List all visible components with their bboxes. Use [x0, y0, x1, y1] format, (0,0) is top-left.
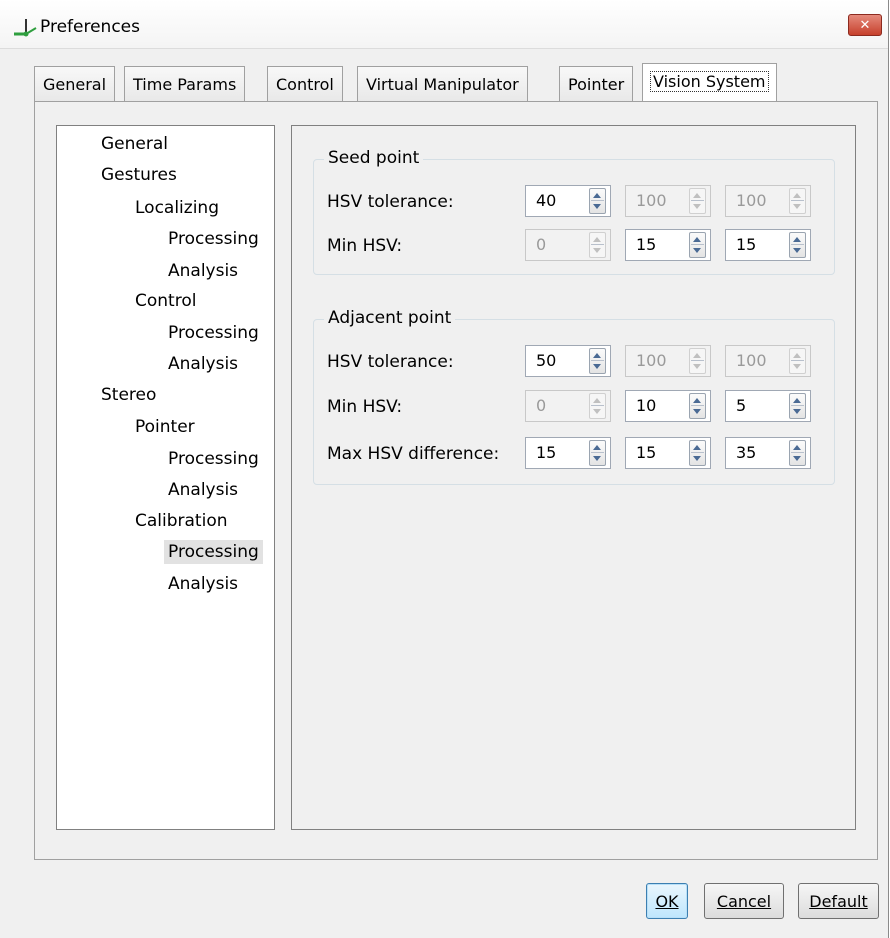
- spinner-arrows-icon: [589, 232, 606, 258]
- spin-value: 15: [536, 443, 557, 462]
- tab-vision-system[interactable]: Vision System: [642, 63, 777, 102]
- seed-hsv-tolerance-h-spinbox[interactable]: 40: [525, 185, 611, 217]
- spin-value: 0: [536, 235, 547, 254]
- spin-value: 15: [636, 443, 657, 462]
- tree-item-general[interactable]: General: [97, 132, 172, 156]
- tree-item-calibration[interactable]: Calibration: [131, 509, 232, 533]
- spin-value: 15: [736, 235, 757, 254]
- tab-label: Time Params: [133, 75, 237, 94]
- spin-value: 100: [736, 351, 767, 370]
- tree-item-gestures[interactable]: Gestures: [97, 163, 181, 187]
- tree-item-localizing[interactable]: Localizing: [131, 196, 223, 220]
- seed-min-hsv-v-spinbox[interactable]: 15: [725, 229, 811, 261]
- spin-value: 10: [636, 396, 657, 415]
- adjacent-hsv-tolerance-label: HSV tolerance:: [327, 352, 454, 372]
- tree-item-pointer-analysis[interactable]: Analysis: [164, 478, 242, 502]
- adjacent-max-hsv-difference-label: Max HSV difference:: [327, 444, 500, 464]
- close-button[interactable]: ✕: [848, 14, 882, 36]
- adjacent-min-hsv-h-spinbox: 0: [525, 390, 611, 422]
- spinner-arrows-icon[interactable]: [689, 393, 706, 419]
- window-title: Preferences: [40, 17, 140, 37]
- title-bar: Preferences ✕: [0, 0, 888, 49]
- spinner-arrows-icon: [589, 393, 606, 419]
- spin-value: 50: [536, 351, 557, 370]
- spin-value: 100: [736, 191, 767, 210]
- spin-value: 100: [636, 191, 667, 210]
- tab-label: General: [43, 75, 107, 94]
- tree-item-localizing-analysis[interactable]: Analysis: [164, 259, 242, 283]
- settings-tree: General Gestures Localizing Processing A…: [56, 125, 275, 830]
- adjacent-max-hsv-diff-s-spinbox[interactable]: 15: [625, 437, 711, 469]
- default-button[interactable]: Default: [798, 883, 879, 919]
- seed-min-hsv-label: Min HSV:: [327, 236, 403, 256]
- spinner-arrows-icon[interactable]: [589, 348, 606, 374]
- spinner-arrows-icon: [689, 348, 706, 374]
- seed-hsv-tolerance-s-spinbox: 100: [625, 185, 711, 217]
- tree-item-control-analysis[interactable]: Analysis: [164, 352, 242, 376]
- seed-hsv-tolerance-label: HSV tolerance:: [327, 192, 454, 212]
- tab-label: Control: [276, 75, 334, 94]
- adjacent-max-hsv-diff-h-spinbox[interactable]: 15: [525, 437, 611, 469]
- adjacent-hsv-tolerance-h-spinbox[interactable]: 50: [525, 345, 611, 377]
- tree-item-control-processing[interactable]: Processing: [164, 321, 263, 345]
- ok-button[interactable]: OK: [646, 883, 688, 919]
- app-icon: [14, 19, 37, 37]
- tree-item-pointer[interactable]: Pointer: [131, 415, 199, 439]
- cancel-button[interactable]: Cancel: [704, 883, 784, 919]
- tab-virtual-manipulator[interactable]: Virtual Manipulator: [357, 66, 528, 102]
- seed-point-title: Seed point: [324, 148, 424, 168]
- tab-label: Virtual Manipulator: [366, 75, 519, 94]
- tab-general[interactable]: General: [34, 66, 116, 102]
- spin-value: 0: [536, 396, 547, 415]
- spin-value: 5: [736, 396, 747, 415]
- spinner-arrows-icon[interactable]: [789, 232, 806, 258]
- spinner-arrows-icon[interactable]: [789, 393, 806, 419]
- tree-item-pointer-processing[interactable]: Processing: [164, 447, 263, 471]
- tree-item-calibration-processing[interactable]: Processing: [164, 540, 263, 564]
- tab-label: Pointer: [568, 75, 625, 94]
- seed-min-hsv-s-spinbox[interactable]: 15: [625, 229, 711, 261]
- spinner-arrows-icon: [789, 188, 806, 214]
- adjacent-min-hsv-s-spinbox[interactable]: 10: [625, 390, 711, 422]
- spinner-arrows-icon[interactable]: [589, 440, 606, 466]
- adjacent-max-hsv-diff-v-spinbox[interactable]: 35: [725, 437, 811, 469]
- spinner-arrows-icon[interactable]: [689, 232, 706, 258]
- spin-value: 35: [736, 443, 757, 462]
- adjacent-hsv-tolerance-s-spinbox: 100: [625, 345, 711, 377]
- tree-item-localizing-processing[interactable]: Processing: [164, 227, 263, 251]
- tree-item-control[interactable]: Control: [131, 289, 200, 313]
- spinner-arrows-icon: [689, 188, 706, 214]
- adjacent-point-title: Adjacent point: [324, 308, 456, 328]
- tab-time-params[interactable]: Time Params: [124, 66, 246, 102]
- spinner-arrows-icon: [789, 348, 806, 374]
- seed-hsv-tolerance-v-spinbox: 100: [725, 185, 811, 217]
- spinner-arrows-icon[interactable]: [789, 440, 806, 466]
- tab-control[interactable]: Control: [267, 66, 343, 102]
- spin-value: 100: [636, 351, 667, 370]
- tab-pointer[interactable]: Pointer: [559, 66, 634, 102]
- close-icon: ✕: [859, 17, 871, 33]
- spinner-arrows-icon[interactable]: [689, 440, 706, 466]
- tree-item-stereo[interactable]: Stereo: [97, 383, 160, 407]
- spinner-arrows-icon[interactable]: [589, 188, 606, 214]
- ok-button-label: OK: [655, 891, 679, 911]
- tree-item-calibration-analysis[interactable]: Analysis: [164, 572, 242, 596]
- adjacent-min-hsv-v-spinbox[interactable]: 5: [725, 390, 811, 422]
- adjacent-hsv-tolerance-v-spinbox: 100: [725, 345, 811, 377]
- spin-value: 15: [636, 235, 657, 254]
- tab-label: Vision System: [650, 71, 769, 92]
- adjacent-min-hsv-label: Min HSV:: [327, 397, 403, 417]
- seed-min-hsv-h-spinbox: 0: [525, 229, 611, 261]
- cancel-button-label: Cancel: [716, 891, 772, 911]
- preferences-window: Preferences ✕ General Time Params Contro…: [0, 0, 889, 938]
- spin-value: 40: [536, 191, 557, 210]
- default-button-label: Default: [809, 891, 868, 911]
